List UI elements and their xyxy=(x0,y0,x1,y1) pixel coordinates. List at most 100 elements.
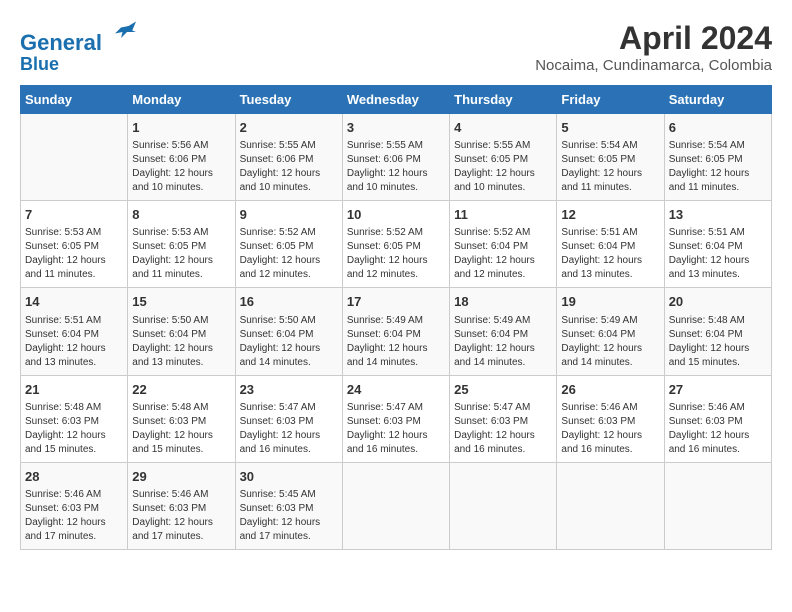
day-number: 5 xyxy=(561,119,659,137)
calendar-cell xyxy=(342,462,449,549)
calendar-cell: 9 Sunrise: 5:52 AM Sunset: 6:05 PM Daylig… xyxy=(235,201,342,288)
calendar-cell: 12 Sunrise: 5:51 AM Sunset: 6:04 PM Dayli… xyxy=(557,201,664,288)
calendar-cell: 27 Sunrise: 5:46 AM Sunset: 6:03 PM Dayli… xyxy=(664,375,771,462)
calendar-cell: 6Sunrise: 5:54 AM Sunset: 6:05 PM Daylig… xyxy=(664,113,771,200)
day-info: Sunrise: 5:51 AM Sunset: 6:04 PM Dayligh… xyxy=(669,226,767,282)
calendar-cell: 23 Sunrise: 5:47 AM Sunset: 6:03 PM Dayli… xyxy=(235,375,342,462)
day-number: 21 xyxy=(25,381,123,399)
day-number: 9 xyxy=(240,206,338,224)
day-info: Sunrise: 5:47 AM Sunset: 6:03 PM Dayligh… xyxy=(240,401,338,457)
day-number: 30 xyxy=(240,468,338,486)
day-info: Sunrise: 5:52 AM Sunset: 6:05 PM Dayligh… xyxy=(240,226,338,282)
calendar-cell: 4Sunrise: 5:55 AM Sunset: 6:05 PM Daylig… xyxy=(450,113,557,200)
logo-blue: Blue xyxy=(20,55,136,75)
day-number: 24 xyxy=(347,381,445,399)
day-info: Sunrise: 5:53 AM Sunset: 6:05 PM Dayligh… xyxy=(25,226,123,282)
calendar-body: 1 Sunrise: 5:56 AM Sunset: 6:06 PM Daylig… xyxy=(21,113,772,549)
day-info: Sunrise: 5:46 AM Sunset: 6:03 PM Dayligh… xyxy=(561,401,659,457)
calendar-cell: 19 Sunrise: 5:49 AM Sunset: 6:04 PM Dayli… xyxy=(557,288,664,375)
calendar-cell: 10Sunrise: 5:52 AM Sunset: 6:05 PM Dayli… xyxy=(342,201,449,288)
calendar-cell: 26 Sunrise: 5:46 AM Sunset: 6:03 PM Dayli… xyxy=(557,375,664,462)
day-number: 12 xyxy=(561,206,659,224)
day-info: Sunrise: 5:46 AM Sunset: 6:03 PM Dayligh… xyxy=(25,488,123,544)
calendar-cell: 18Sunrise: 5:49 AM Sunset: 6:04 PM Dayli… xyxy=(450,288,557,375)
day-info: Sunrise: 5:45 AM Sunset: 6:03 PM Dayligh… xyxy=(240,488,338,544)
calendar-header: SundayMondayTuesdayWednesdayThursdayFrid… xyxy=(21,85,772,113)
logo-text: General xyxy=(20,20,136,55)
calendar-row: 14 Sunrise: 5:51 AM Sunset: 6:04 PM Dayli… xyxy=(21,288,772,375)
header-row: SundayMondayTuesdayWednesdayThursdayFrid… xyxy=(21,85,772,113)
day-info: Sunrise: 5:51 AM Sunset: 6:04 PM Dayligh… xyxy=(561,226,659,282)
day-info: Sunrise: 5:47 AM Sunset: 6:03 PM Dayligh… xyxy=(454,401,552,457)
day-info: Sunrise: 5:49 AM Sunset: 6:04 PM Dayligh… xyxy=(454,314,552,370)
calendar-cell xyxy=(450,462,557,549)
header-day: Monday xyxy=(128,85,235,113)
calendar-cell: 1 Sunrise: 5:56 AM Sunset: 6:06 PM Daylig… xyxy=(128,113,235,200)
day-info: Sunrise: 5:52 AM Sunset: 6:04 PM Dayligh… xyxy=(454,226,552,282)
calendar-cell: 2Sunrise: 5:55 AM Sunset: 6:06 PM Daylig… xyxy=(235,113,342,200)
day-info: Sunrise: 5:48 AM Sunset: 6:03 PM Dayligh… xyxy=(25,401,123,457)
calendar-cell: 28Sunrise: 5:46 AM Sunset: 6:03 PM Dayli… xyxy=(21,462,128,549)
day-info: Sunrise: 5:49 AM Sunset: 6:04 PM Dayligh… xyxy=(347,314,445,370)
day-number: 19 xyxy=(561,293,659,311)
calendar-cell: 15 Sunrise: 5:50 AM Sunset: 6:04 PM Dayli… xyxy=(128,288,235,375)
day-number: 22 xyxy=(132,381,230,399)
day-info: Sunrise: 5:52 AM Sunset: 6:05 PM Dayligh… xyxy=(347,226,445,282)
logo-bird-icon xyxy=(106,20,136,50)
day-info: Sunrise: 5:49 AM Sunset: 6:04 PM Dayligh… xyxy=(561,314,659,370)
day-info: Sunrise: 5:50 AM Sunset: 6:04 PM Dayligh… xyxy=(132,314,230,370)
day-number: 29 xyxy=(132,468,230,486)
day-number: 16 xyxy=(240,293,338,311)
day-number: 25 xyxy=(454,381,552,399)
header-day: Sunday xyxy=(21,85,128,113)
day-info: Sunrise: 5:53 AM Sunset: 6:05 PM Dayligh… xyxy=(132,226,230,282)
day-number: 2 xyxy=(240,119,338,137)
day-number: 20 xyxy=(669,293,767,311)
day-info: Sunrise: 5:54 AM Sunset: 6:05 PM Dayligh… xyxy=(561,139,659,195)
header-day: Wednesday xyxy=(342,85,449,113)
day-number: 11 xyxy=(454,206,552,224)
day-info: Sunrise: 5:46 AM Sunset: 6:03 PM Dayligh… xyxy=(669,401,767,457)
calendar-cell: 13 Sunrise: 5:51 AM Sunset: 6:04 PM Dayli… xyxy=(664,201,771,288)
calendar-cell: 30 Sunrise: 5:45 AM Sunset: 6:03 PM Dayli… xyxy=(235,462,342,549)
calendar-cell: 16 Sunrise: 5:50 AM Sunset: 6:04 PM Dayli… xyxy=(235,288,342,375)
header-day: Thursday xyxy=(450,85,557,113)
day-info: Sunrise: 5:51 AM Sunset: 6:04 PM Dayligh… xyxy=(25,314,123,370)
title-block: April 2024 Nocaima, Cundinamarca, Colomb… xyxy=(535,20,772,74)
day-info: Sunrise: 5:56 AM Sunset: 6:06 PM Dayligh… xyxy=(132,139,230,195)
calendar-row: 28Sunrise: 5:46 AM Sunset: 6:03 PM Dayli… xyxy=(21,462,772,549)
day-number: 13 xyxy=(669,206,767,224)
day-info: Sunrise: 5:50 AM Sunset: 6:04 PM Dayligh… xyxy=(240,314,338,370)
page-header: General Blue April 2024 Nocaima, Cundina… xyxy=(20,20,772,75)
day-number: 1 xyxy=(132,119,230,137)
calendar-row: 7 Sunrise: 5:53 AM Sunset: 6:05 PM Daylig… xyxy=(21,201,772,288)
day-info: Sunrise: 5:48 AM Sunset: 6:04 PM Dayligh… xyxy=(669,314,767,370)
day-info: Sunrise: 5:55 AM Sunset: 6:06 PM Dayligh… xyxy=(347,139,445,195)
day-number: 27 xyxy=(669,381,767,399)
calendar-row: 1 Sunrise: 5:56 AM Sunset: 6:06 PM Daylig… xyxy=(21,113,772,200)
calendar-cell: 20 Sunrise: 5:48 AM Sunset: 6:04 PM Dayli… xyxy=(664,288,771,375)
day-info: Sunrise: 5:46 AM Sunset: 6:03 PM Dayligh… xyxy=(132,488,230,544)
calendar-cell: 17 Sunrise: 5:49 AM Sunset: 6:04 PM Dayli… xyxy=(342,288,449,375)
day-info: Sunrise: 5:48 AM Sunset: 6:03 PM Dayligh… xyxy=(132,401,230,457)
day-number: 26 xyxy=(561,381,659,399)
day-number: 17 xyxy=(347,293,445,311)
calendar-cell: 3Sunrise: 5:55 AM Sunset: 6:06 PM Daylig… xyxy=(342,113,449,200)
day-number: 23 xyxy=(240,381,338,399)
calendar-cell xyxy=(21,113,128,200)
day-info: Sunrise: 5:47 AM Sunset: 6:03 PM Dayligh… xyxy=(347,401,445,457)
day-number: 7 xyxy=(25,206,123,224)
day-number: 14 xyxy=(25,293,123,311)
day-number: 6 xyxy=(669,119,767,137)
month-title: April 2024 xyxy=(535,20,772,57)
calendar-row: 21 Sunrise: 5:48 AM Sunset: 6:03 PM Dayli… xyxy=(21,375,772,462)
logo-general: General xyxy=(20,30,102,55)
calendar-table: SundayMondayTuesdayWednesdayThursdayFrid… xyxy=(20,85,772,550)
calendar-cell: 14 Sunrise: 5:51 AM Sunset: 6:04 PM Dayli… xyxy=(21,288,128,375)
day-number: 15 xyxy=(132,293,230,311)
calendar-cell: 8 Sunrise: 5:53 AM Sunset: 6:05 PM Daylig… xyxy=(128,201,235,288)
day-number: 8 xyxy=(132,206,230,224)
calendar-cell xyxy=(557,462,664,549)
calendar-cell: 21 Sunrise: 5:48 AM Sunset: 6:03 PM Dayli… xyxy=(21,375,128,462)
calendar-cell xyxy=(664,462,771,549)
